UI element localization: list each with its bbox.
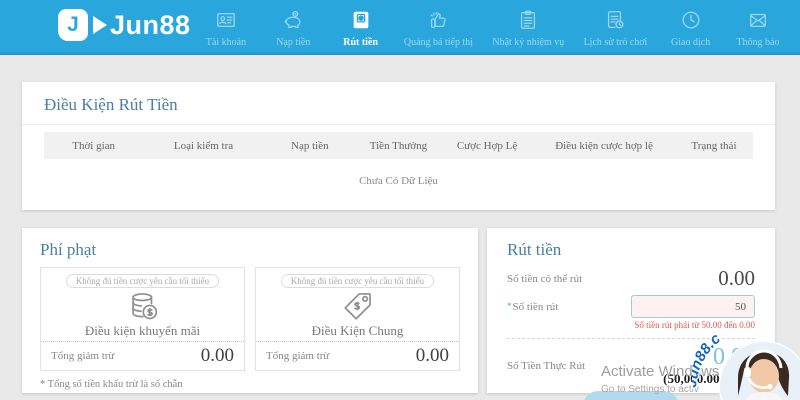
price-tag-icon — [256, 289, 459, 323]
nav-label: Nạp tiền — [276, 36, 311, 48]
promo-condition-box: Không đủ tiền cược yêu cầu tối thiểu Điề… — [40, 267, 245, 371]
column-header: Trạng thái — [691, 139, 737, 152]
penalty-fee-card: Phí phạt Không đủ tiền cược yêu cầu tối … — [22, 228, 478, 393]
logo-text: Jun88 — [110, 9, 191, 40]
withdraw-conditions-card: Điều Kiện Rút Tiền Thời gian Loại kiểm t… — [22, 82, 775, 210]
empty-state-text: Chưa Có Dữ Liệu — [359, 175, 438, 187]
nav-item-transactions[interactable]: Giao dịch — [667, 9, 715, 48]
deduction-label: Tổng giảm trừ — [266, 350, 330, 362]
nav-item-promotion[interactable]: Quảng bá tiếp thị — [404, 9, 473, 48]
withdraw-amount-row: *Số tiền rút — [507, 295, 755, 318]
nav-label: Giao dịch — [671, 36, 711, 48]
tooltip-pill: Không đủ tiền cược yêu cầu tối thiểu — [280, 274, 435, 288]
actual-amount-label: Số Tiền Thực Rút — [507, 360, 586, 372]
clock-icon — [680, 9, 702, 34]
column-header: Cược Hợp Lệ — [456, 139, 518, 152]
id-card-icon — [215, 9, 237, 34]
conditions-card-title: Điều Kiện Rút Tiền — [44, 95, 178, 114]
column-header: Tiền Thưởng — [369, 139, 428, 152]
nav-item-game-history[interactable]: Lịch sử trò chơi — [583, 9, 648, 48]
history-document-icon — [604, 9, 626, 34]
column-header: Thời gian — [72, 139, 116, 152]
available-amount-row: Số tiền có thể rút 0.00 — [507, 266, 755, 291]
nav-item-deposit[interactable]: Nạp tiền — [269, 9, 317, 48]
promo-condition-label: Điều kiện khuyến mãi — [84, 323, 201, 338]
top-header: J Jun88 Tài khoản Nạp tiền Rút tiền Quản… — [0, 0, 800, 55]
atm-withdraw-icon — [350, 9, 372, 34]
withdraw-card-title: Rút tiền — [507, 240, 562, 259]
penalty-boxes: Không đủ tiền cược yêu cầu tối thiểu Điề… — [40, 267, 460, 371]
nav-label: Quảng bá tiếp thị — [403, 36, 474, 48]
withdraw-amount-label: *Số tiền rút — [507, 300, 559, 313]
conditions-table-header: Thời gian Loại kiểm tra Nạp tiền Tiền Th… — [44, 132, 753, 159]
nav-label: Rút tiền — [343, 36, 378, 48]
available-amount-value: 0.00 — [718, 266, 755, 290]
nav-label: Thông báo — [736, 36, 780, 48]
general-deduction-row: Tổng giảm trừ 0.00 — [256, 341, 459, 370]
nav-item-missions[interactable]: Nhật ký nhiệm vụ — [492, 9, 564, 48]
withdraw-amount-input[interactable] — [631, 295, 755, 318]
piggy-bank-icon — [282, 9, 304, 34]
penalty-footnote: * Tổng số tiền khấu trừ là số chẵn — [40, 379, 183, 390]
divider — [22, 124, 775, 125]
nav-label: Lịch sử trò chơi — [583, 36, 648, 48]
tooltip-pill: Không đủ tiền cược yêu cầu tối thiểu — [65, 274, 220, 288]
activate-windows-subtext: Go to Settings to activ — [601, 384, 699, 395]
column-header: Điều kiện cược hợp lệ — [555, 139, 653, 152]
nav-item-withdraw[interactable]: Rút tiền — [337, 9, 385, 48]
main-nav: Tài khoản Nạp tiền Rút tiền Quảng bá tiế… — [202, 6, 782, 50]
required-mark: * — [507, 300, 512, 311]
penalty-card-title: Phí phạt — [40, 240, 97, 259]
general-condition-box: Không đủ tiền cược yêu cầu tối thiểu Điề… — [255, 267, 460, 371]
deduction-value: 0.00 — [415, 345, 449, 366]
deduction-label: Tổng giảm trừ — [51, 350, 115, 362]
logo-j-icon: J — [58, 9, 88, 41]
clipboard-icon — [517, 9, 539, 34]
available-amount-label: Số tiền có thể rút — [507, 272, 583, 285]
nav-item-account[interactable]: Tài khoản — [202, 9, 250, 48]
nav-item-notifications[interactable]: Thông báo — [734, 9, 782, 48]
promo-deduction-row: Tổng giảm trừ 0.00 — [41, 341, 244, 370]
coins-icon — [41, 289, 244, 323]
column-header: Nạp tiền — [291, 139, 329, 152]
deduction-value: 0.00 — [200, 345, 234, 366]
jun88-logo[interactable]: J Jun88 — [58, 9, 191, 41]
thumbs-up-icon — [427, 9, 449, 34]
support-agent-badge: Jun88.c — [692, 328, 800, 400]
nav-label: Tài khoản — [205, 36, 247, 48]
general-condition-label: Điều Kiện Chung — [311, 323, 404, 338]
column-header: Loại kiểm tra — [173, 139, 234, 152]
nav-label: Nhật ký nhiệm vụ — [492, 36, 565, 48]
envelope-icon — [747, 9, 769, 34]
play-triangle-icon — [93, 16, 107, 34]
